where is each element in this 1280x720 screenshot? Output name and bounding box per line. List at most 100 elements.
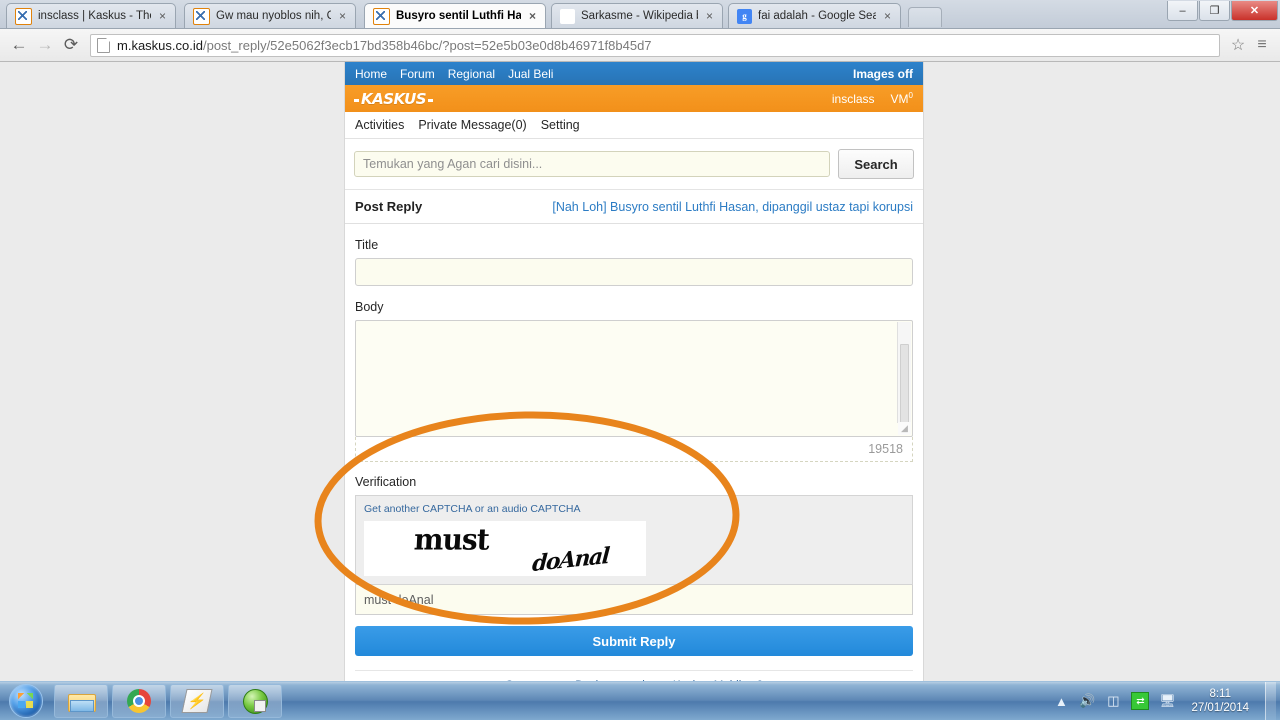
folder-icon xyxy=(68,691,96,712)
nav-link-regional[interactable]: Regional xyxy=(448,67,495,81)
captcha-word-2: doAnal xyxy=(531,542,610,576)
browser-toolbar: ← → ⟳ m.kaskus.co.id/post_reply/52e5062f… xyxy=(0,29,1280,62)
browser-tab-4[interactable]: W Sarkasme - Wikipedia bah × xyxy=(551,3,723,28)
network-icon[interactable]: ⇄ xyxy=(1131,692,1150,710)
title-input[interactable] xyxy=(355,258,913,286)
site-topnav: Home Forum Regional Jual Beli Images off xyxy=(345,62,923,85)
body-textarea[interactable]: ◢ xyxy=(355,320,913,437)
captcha-links: Get another CAPTCHA or an audio CAPTCHA xyxy=(364,503,904,515)
browser-tab-3-active[interactable]: Busyro sentil Luthfi Hasan × xyxy=(364,3,546,28)
browser-tab-5[interactable]: g fai adalah - Google Search × xyxy=(728,3,901,28)
post-reply-form: Title Body ◢ 19518 Verification Get anot… xyxy=(345,224,923,682)
browser-tab-2[interactable]: Gw mau nyoblos nih, CEN × xyxy=(184,3,356,28)
nav-link-forum[interactable]: Forum xyxy=(400,67,435,81)
clock-date: 27/01/2014 xyxy=(1191,702,1249,714)
taskbar-item-green-app[interactable] xyxy=(228,684,282,718)
submit-reply-button[interactable]: Submit Reply xyxy=(355,626,913,656)
browser-viewport: Home Forum Regional Jual Beli Images off… xyxy=(0,62,1280,682)
windows-start-orb-icon xyxy=(9,684,43,718)
battery-icon[interactable]: ◫ xyxy=(1105,693,1121,709)
tab-close-icon[interactable]: × xyxy=(703,10,716,23)
taskbar-clock[interactable]: 8:11 27/01/2014 xyxy=(1185,687,1255,715)
captcha-image: must doAnal xyxy=(364,521,646,576)
winamp-icon: ⚡ xyxy=(181,689,213,713)
tray-overflow-icon[interactable]: ▲ xyxy=(1053,693,1069,709)
captcha-link-separator: or xyxy=(471,503,488,515)
subnav-activities[interactable]: Activities xyxy=(355,118,404,132)
nav-link-home[interactable]: Home xyxy=(355,67,387,81)
kaskus-favicon-icon xyxy=(193,7,210,25)
textarea-scrollbar[interactable] xyxy=(897,322,911,434)
browser-tab-title: Sarkasme - Wikipedia bah xyxy=(581,10,698,22)
post-reply-header: Post Reply [Nah Loh] Busyro sentil Luthf… xyxy=(345,190,923,224)
taskbar-item-file-explorer[interactable] xyxy=(54,684,108,718)
captcha-input[interactable]: must doAnal xyxy=(355,585,913,615)
vm-count: 0 xyxy=(908,91,913,100)
nav-link-jual-beli[interactable]: Jual Beli xyxy=(508,67,553,81)
reload-button[interactable]: ⟳ xyxy=(58,32,84,58)
address-bar[interactable]: m.kaskus.co.id/post_reply/52e5062f3ecb17… xyxy=(90,33,1220,57)
body-field-wrapper: ◢ 19518 xyxy=(355,320,913,462)
vm-label: VM xyxy=(890,92,909,106)
get-another-captcha-link[interactable]: Get another CAPTCHA xyxy=(364,503,472,515)
chrome-browser-window: insclass | Kaskus - The Lar × Gw mau nyo… xyxy=(0,0,1280,682)
clock-time: 8:11 xyxy=(1209,688,1231,700)
screen-root: insclass | Kaskus - The Lar × Gw mau nyo… xyxy=(0,0,1280,720)
wikipedia-favicon-icon: W xyxy=(560,8,575,24)
close-window-button[interactable]: ✕ xyxy=(1231,1,1278,21)
tab-close-icon[interactable]: × xyxy=(526,10,539,23)
system-tray: ▲ 🔊 ◫ ⇄ 🖥 8:11 27/01/2014 xyxy=(1053,682,1280,720)
textarea-scroll-thumb[interactable] xyxy=(900,344,909,434)
kaskus-favicon-icon xyxy=(373,7,390,25)
url-host-text: m.kaskus.co.id xyxy=(117,37,203,53)
tab-close-icon[interactable]: × xyxy=(336,10,349,23)
browser-tab-title: Busyro sentil Luthfi Hasan xyxy=(396,10,521,22)
green-app-icon xyxy=(242,688,268,714)
back-button[interactable]: ← xyxy=(6,32,32,58)
display-icon[interactable]: 🖥 xyxy=(1159,693,1176,709)
browser-tab-1[interactable]: insclass | Kaskus - The Lar × xyxy=(6,3,176,28)
thread-title-link[interactable]: [Nah Loh] Busyro sentil Luthfi Hasan, di… xyxy=(552,200,913,214)
site-search-row: Temukan yang Agan cari disini... Search xyxy=(345,139,923,190)
browser-tabstrip: insclass | Kaskus - The Lar × Gw mau nyo… xyxy=(0,0,1280,29)
textarea-resize-grip[interactable]: ◢ xyxy=(898,422,911,435)
forward-button[interactable]: → xyxy=(32,32,58,58)
kaskus-logo[interactable]: KASKUS xyxy=(353,90,434,108)
browser-tab-title: insclass | Kaskus - The Lar xyxy=(38,10,151,22)
images-off-toggle[interactable]: Images off xyxy=(853,67,913,81)
body-field-label: Body xyxy=(355,300,384,314)
windows-taskbar: ⚡ ▲ 🔊 ◫ ⇄ 🖥 8:11 27/01/2014 xyxy=(0,681,1280,720)
minimize-button[interactable]: – xyxy=(1167,1,1198,21)
captcha-word-1: must xyxy=(413,522,490,557)
browser-tab-title: Gw mau nyoblos nih, CEN xyxy=(216,10,331,22)
vm-link[interactable]: VM0 xyxy=(891,91,913,106)
chrome-icon xyxy=(127,689,151,713)
verification-label: Verification xyxy=(355,475,417,489)
page-info-icon xyxy=(97,37,110,53)
tab-close-icon[interactable]: × xyxy=(156,10,169,23)
chrome-menu-icon[interactable]: ≡ xyxy=(1250,33,1274,57)
new-tab-button[interactable] xyxy=(908,7,942,27)
taskbar-item-winamp[interactable]: ⚡ xyxy=(170,684,224,718)
subnav-private-message[interactable]: Private Message(0) xyxy=(418,118,526,132)
search-input[interactable]: Temukan yang Agan cari disini... xyxy=(354,151,830,177)
search-button[interactable]: Search xyxy=(838,149,914,179)
google-favicon-icon: g xyxy=(737,8,752,24)
tab-close-icon[interactable]: × xyxy=(881,10,894,23)
username-link[interactable]: insclass xyxy=(832,92,875,106)
show-desktop-button[interactable] xyxy=(1265,682,1276,720)
kaskus-favicon-icon xyxy=(15,7,32,25)
subnav-setting[interactable]: Setting xyxy=(541,118,580,132)
start-button[interactable] xyxy=(2,683,50,719)
url-path-text: /post_reply/52e5062f3ecb17bd358b46bc/?po… xyxy=(202,37,652,53)
maximize-button[interactable]: ❐ xyxy=(1199,1,1230,21)
browser-tab-title: fai adalah - Google Search xyxy=(758,10,876,22)
taskbar-item-chrome[interactable] xyxy=(112,684,166,718)
audio-captcha-link[interactable]: an audio CAPTCHA xyxy=(487,503,580,515)
title-field-label: Title xyxy=(355,238,379,252)
page-title: Post Reply xyxy=(355,199,423,214)
bookmark-star-icon[interactable]: ☆ xyxy=(1226,33,1250,57)
volume-icon[interactable]: 🔊 xyxy=(1079,693,1095,709)
site-subnav: Activities Private Message(0) Setting xyxy=(345,112,923,139)
kaskus-mobile-page: Home Forum Regional Jual Beli Images off… xyxy=(344,62,924,682)
